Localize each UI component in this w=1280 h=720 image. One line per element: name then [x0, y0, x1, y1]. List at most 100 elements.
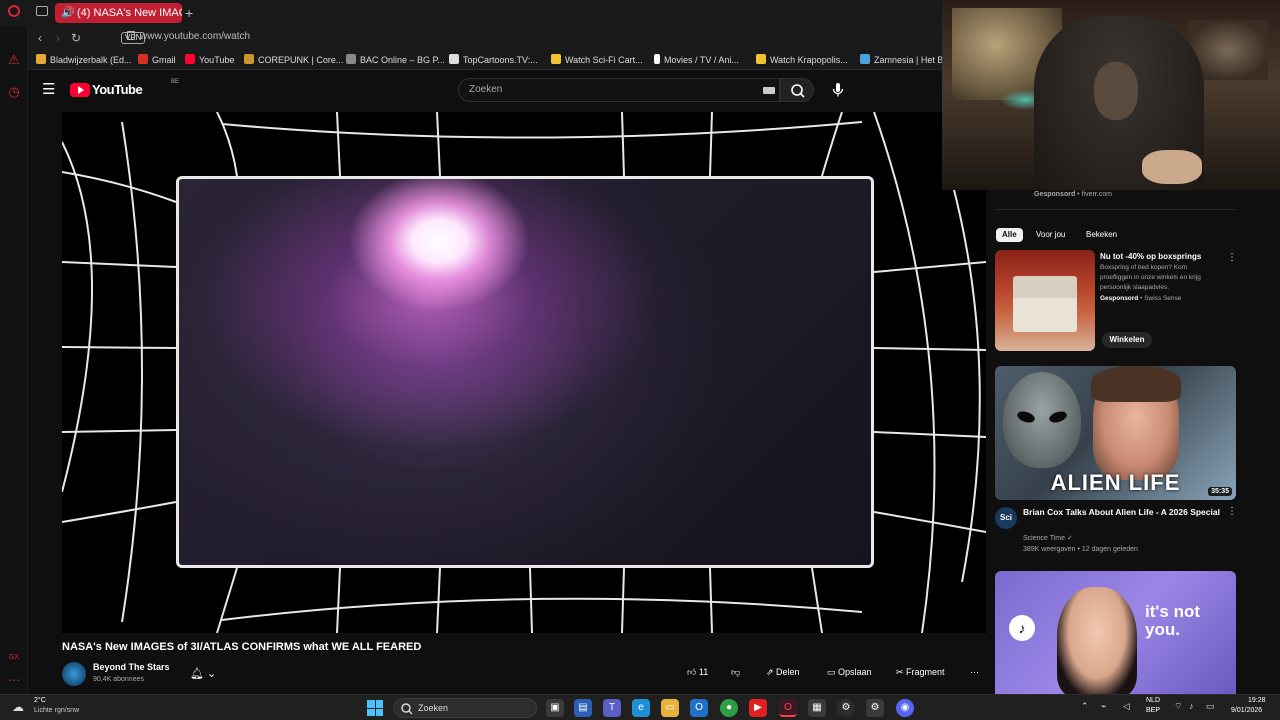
chevron-up-icon[interactable]: ⌃ [1081, 701, 1089, 712]
calculator-icon[interactable]: ▦ [808, 699, 826, 717]
back-icon[interactable]: ‹ [32, 30, 48, 46]
edge-icon[interactable]: e [632, 699, 650, 717]
youtube-app-icon[interactable]: ▶ [749, 699, 767, 717]
chip-for-you[interactable]: Voor jou [1030, 228, 1071, 242]
video-thumbnail[interactable]: ♪ it's not you. [995, 571, 1236, 695]
clock-date[interactable]: 9/01/2026 [1231, 707, 1262, 714]
thumbnail-caption: ALIEN LIFE [1050, 470, 1181, 495]
discord-icon[interactable]: ◉ [896, 699, 914, 717]
gmail-icon [138, 54, 148, 64]
bookmark-item[interactable]: BAC Online – BG P... [346, 53, 445, 67]
gx-icon[interactable]: GX [6, 650, 22, 666]
opera-gx-icon[interactable]: O [779, 699, 797, 717]
bookmark-item[interactable]: Bladwijzerbalk (Ed... [36, 53, 132, 67]
play-icon [654, 54, 660, 64]
notification-bell-icon[interactable]: 🔔︎ ⌄ [190, 667, 216, 680]
search-icon [401, 703, 413, 715]
bookmark-icon: ▭ [827, 667, 839, 677]
channel-name[interactable]: Beyond The Stars [93, 662, 170, 672]
file-explorer-icon[interactable]: ▭ [661, 699, 679, 717]
bookmark-item[interactable]: YouTube [185, 53, 234, 67]
steam-icon[interactable]: ⚙ [837, 699, 855, 717]
chip-watched[interactable]: Bekeken [1080, 228, 1123, 242]
menu-icon[interactable]: ☰ [42, 81, 60, 99]
krapopolis-icon [756, 54, 766, 64]
face-shape [1094, 62, 1138, 120]
opera-sidebar: O ⚠ ◷ GX ··· [0, 0, 28, 694]
windows-start-icon[interactable] [367, 700, 383, 716]
duration-badge: 35:35 [1208, 487, 1232, 496]
keyboard-icon[interactable] [763, 87, 775, 94]
battery-icon[interactable]: ▭ [1206, 701, 1215, 712]
taskbar-search-input[interactable]: Zoeken [393, 698, 537, 718]
workspaces-icon[interactable] [36, 6, 48, 16]
bookmark-item[interactable]: Watch Krapopolis... [756, 53, 848, 67]
settings-icon[interactable]: ⚙ [866, 699, 884, 717]
more-actions-icon[interactable]: ⋯ [970, 667, 979, 678]
bookmark-item[interactable]: Gmail [138, 53, 176, 67]
youtube-icon [185, 54, 195, 64]
chrome-icon[interactable]: ● [720, 699, 738, 717]
teams-icon[interactable]: T [603, 699, 621, 717]
url-field[interactable]: www.youtube.com/watch [140, 31, 250, 42]
reload-icon[interactable]: ↻ [68, 30, 84, 46]
bookmark-item[interactable]: Zamnesia | Het Be [860, 53, 948, 67]
video-menu-icon[interactable]: ⋮ [1227, 506, 1237, 517]
weather-icon[interactable]: ☁ [12, 700, 30, 714]
store-icon[interactable]: ▤ [574, 699, 592, 717]
location-icon[interactable]: ◁ [1123, 701, 1130, 712]
tab-active[interactable]: 🔊 (4) NASA's New IMAGE [55, 3, 182, 23]
ad-title[interactable]: Nu tot -40% op boxsprings [1100, 252, 1201, 261]
bookmark-item[interactable]: Watch Sci-Fi Cart... [551, 53, 643, 67]
history-icon[interactable]: ◷ [6, 84, 22, 100]
chip-all[interactable]: Alle [996, 228, 1023, 242]
speaker-icon[interactable]: 🔊 [61, 3, 75, 23]
thumbnail-caption: it's not you. [1145, 602, 1201, 639]
tab-title: (4) NASA's New IMAGE [77, 7, 182, 19]
weather-description[interactable]: Lichte rgn/snw [34, 707, 79, 714]
channel-avatar[interactable]: Sci [995, 507, 1017, 529]
video-title[interactable]: Brian Cox Talks About Alien Life - A 202… [1023, 506, 1223, 518]
channel-name[interactable]: Science Time ✓ [1023, 534, 1073, 542]
shop-button[interactable]: Winkelen [1102, 332, 1152, 348]
search-input[interactable]: Zoeken [458, 78, 780, 102]
zamnesia-icon [860, 54, 870, 64]
search-icon [791, 84, 805, 98]
ad-menu-icon[interactable]: ⋮ [1227, 252, 1237, 263]
bookmark-item[interactable]: Movies / TV / Ani... [654, 53, 739, 67]
webcam-overlay [942, 0, 1280, 190]
dislike-button[interactable]: 👎︎ [731, 667, 740, 678]
language-indicator[interactable]: NLD [1146, 697, 1160, 704]
aria-icon[interactable]: ⚠ [6, 52, 22, 68]
thumbs-up-icon: 👍︎ [687, 667, 699, 677]
video-player[interactable] [62, 112, 986, 633]
bookmark-item[interactable]: COREPUNK | Core... [244, 53, 343, 67]
opera-menu-icon[interactable] [8, 5, 20, 17]
clip-button[interactable]: ✂ Fragment [896, 667, 945, 678]
new-tab-button[interactable]: + [185, 3, 199, 23]
wifi-icon[interactable]: ⌔ [1174, 701, 1182, 712]
network-icon[interactable]: ⌁ [1101, 701, 1106, 712]
clock-time[interactable]: 19:28 [1248, 697, 1266, 704]
channel-avatar[interactable] [62, 662, 86, 686]
ad-thumbnail[interactable] [995, 250, 1095, 351]
save-button[interactable]: ▭ Opslaan [827, 667, 872, 678]
sponsored-strip: Gesponsord • fiverr.com [994, 190, 1236, 210]
keyboard-layout[interactable]: BEP [1146, 707, 1160, 714]
mic-icon [832, 83, 844, 97]
volume-icon[interactable]: ♪ [1189, 701, 1194, 711]
weather-temperature[interactable]: 2°C [34, 697, 46, 704]
bed-image [1013, 276, 1077, 332]
video-title: NASA's New IMAGES of 3I/ATLAS CONFIRMS w… [62, 641, 422, 653]
bookmark-item[interactable]: TopCartoons.TV:... [449, 53, 538, 67]
more-icon[interactable]: ··· [6, 672, 22, 688]
voice-search-button[interactable] [826, 78, 850, 102]
outlook-icon[interactable]: O [690, 699, 708, 717]
thumbs-down-icon: 👎︎ [731, 667, 741, 677]
forward-icon[interactable]: › [50, 30, 66, 46]
task-view-icon[interactable]: ▣ [546, 699, 564, 717]
like-button[interactable]: 👍︎ 11 [687, 667, 708, 678]
share-button[interactable]: ⇗ Delen [766, 667, 800, 678]
video-thumbnail[interactable]: ALIEN LIFE 35:35 [995, 366, 1236, 500]
search-button[interactable] [780, 78, 814, 102]
